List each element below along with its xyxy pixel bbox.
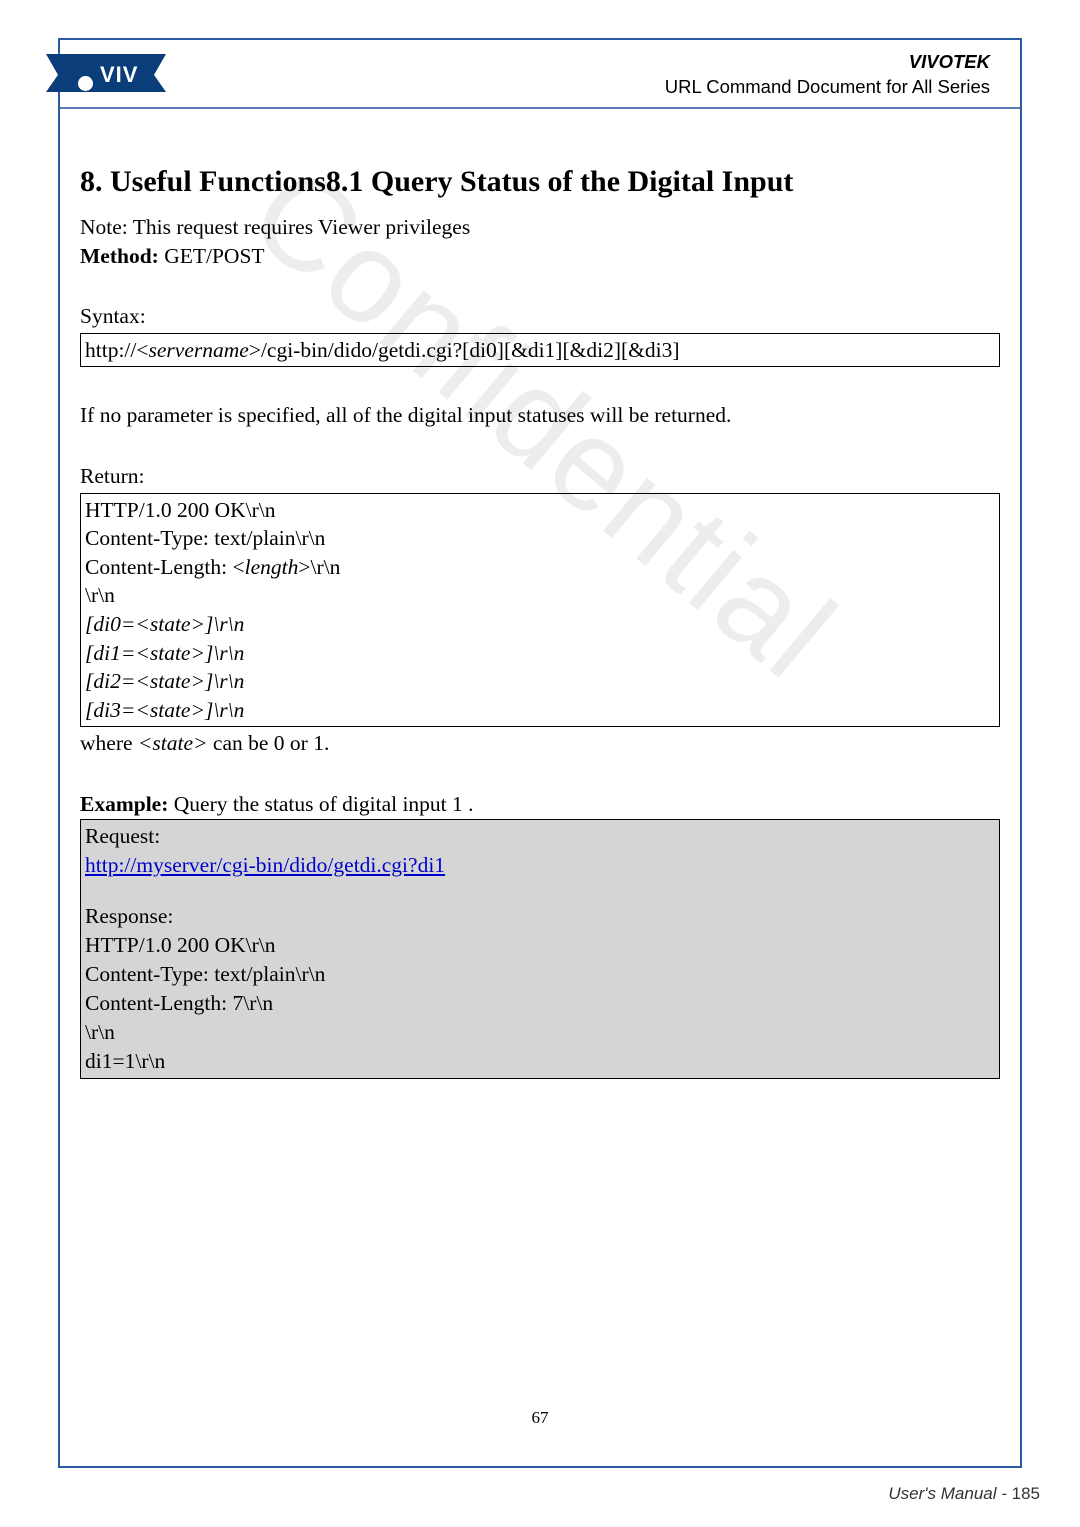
section-heading: 8. Useful Functions8.1 Query Status of t… (80, 165, 1000, 199)
syntax-box: http://<servername>/cgi-bin/dido/getdi.c… (80, 333, 1000, 368)
page-frame: VIV VIVOTEK URL Command Document for All… (58, 38, 1022, 1468)
return-label: Return: (80, 462, 1000, 491)
method-line: Method: GET/POST (80, 242, 1000, 271)
return-line: [di2=<state>]\r\n (85, 667, 995, 696)
syntax-servervar: servername (149, 338, 249, 362)
response-line: di1=1\r\n (85, 1047, 995, 1076)
response-line: \r\n (85, 1018, 995, 1047)
return-box: HTTP/1.0 200 OK\r\n Content-Type: text/p… (80, 493, 1000, 728)
example-text: Query the status of digital input 1 . (168, 792, 473, 816)
return-line: \r\n (85, 581, 995, 610)
footer-page-number: 185 (1012, 1484, 1040, 1503)
brand-name: VIVOTEK (665, 50, 990, 75)
return-line: [di3=<state>]\r\n (85, 696, 995, 725)
method-value: GET/POST (159, 244, 265, 268)
syntax-label: Syntax: (80, 302, 1000, 331)
example-label: Example: (80, 792, 168, 816)
return-line: Content-Length: <length>\r\n (85, 553, 995, 582)
header-right: VIVOTEK URL Command Document for All Ser… (665, 50, 990, 100)
footer-label: User's Manual - (888, 1484, 1011, 1503)
privilege-note: Note: This request requires Viewer privi… (80, 213, 1000, 242)
return-line: [di0=<state>]\r\n (85, 610, 995, 639)
brand-logo: VIV (46, 54, 166, 102)
response-label: Response: (85, 902, 995, 931)
method-label: Method: (80, 244, 159, 268)
request-label: Request: (85, 822, 995, 851)
content-area: Confidential 8. Useful Functions8.1 Quer… (60, 109, 1020, 1079)
syntax-prefix: http://< (85, 338, 149, 362)
footer-right: User's Manual - 185 (888, 1484, 1040, 1504)
response-line: Content-Type: text/plain\r\n (85, 960, 995, 989)
syntax-suffix: >/cgi-bin/dido/getdi.cgi?[di0][&di1][&di… (249, 338, 680, 362)
return-line: [di1=<state>]\r\n (85, 639, 995, 668)
document-title: URL Command Document for All Series (665, 75, 990, 100)
page-header: VIV VIVOTEK URL Command Document for All… (60, 40, 1020, 109)
response-line: HTTP/1.0 200 OK\r\n (85, 931, 995, 960)
return-line: HTTP/1.0 200 OK\r\n (85, 496, 995, 525)
response-line: Content-Length: 7\r\n (85, 989, 995, 1018)
request-url-link[interactable]: http://myserver/cgi-bin/dido/getdi.cgi?d… (85, 853, 445, 877)
logo-text: VIV (100, 62, 138, 88)
param-note: If no parameter is specified, all of the… (80, 401, 1000, 430)
return-line: Content-Type: text/plain\r\n (85, 524, 995, 553)
where-line: where <state> can be 0 or 1. (80, 729, 1000, 758)
example-line: Example: Query the status of digital inp… (80, 790, 1000, 819)
example-block: Request: http://myserver/cgi-bin/dido/ge… (80, 819, 1000, 1079)
center-page-number: 67 (60, 1408, 1020, 1428)
